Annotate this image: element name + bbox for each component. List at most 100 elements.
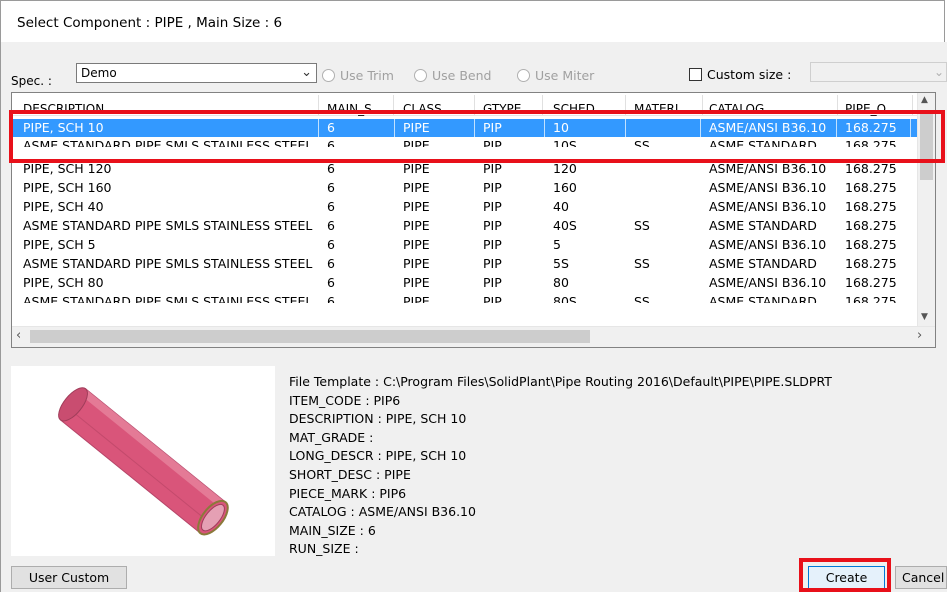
radio-circle-icon bbox=[414, 68, 427, 82]
radio-circle-icon bbox=[322, 68, 335, 82]
checkbox-icon bbox=[689, 68, 702, 81]
horizontal-scrollbar[interactable]: ‹ › bbox=[12, 326, 935, 347]
dialog-title-bar: Select Component : PIPE , Main Size : 6 bbox=[0, 0, 945, 42]
table-row[interactable]: ASME STANDARD PIPE SMLS STAINLESS STEEL 6… bbox=[12, 217, 933, 235]
table-cell: ASME STANDARD bbox=[709, 294, 817, 303]
table-cell: PIP bbox=[483, 161, 502, 176]
detail-item-code: ITEM_CODE : PIP6 bbox=[289, 392, 401, 408]
table-cell: 5 bbox=[553, 237, 561, 252]
scroll-down-icon[interactable]: ▼ bbox=[921, 312, 928, 322]
table-cell: PIPE, SCH 80 bbox=[23, 275, 104, 290]
table-cell: 6 bbox=[327, 294, 335, 303]
table-cell: PIPE bbox=[403, 237, 430, 252]
detail-piece-mark: PIECE_MARK : PIP6 bbox=[289, 485, 407, 501]
dialog-title: Select Component : PIPE , Main Size : 6 bbox=[17, 15, 283, 31]
table-row[interactable]: PIPE, SCH 5 6 PIPE PIP 5 ASME/ANSI B36.10 168.… bbox=[12, 236, 933, 254]
table-cell: ASME/ANSI B36.10 bbox=[709, 275, 827, 290]
table-cell: ASME STANDARD bbox=[709, 218, 817, 233]
component-preview bbox=[11, 366, 275, 556]
detail-main-size: MAIN_SIZE : 6 bbox=[289, 522, 376, 538]
custom-size-checkbox[interactable]: Custom size : bbox=[689, 67, 791, 82]
table-cell: 6 bbox=[327, 218, 335, 233]
table-cell: ASME/ANSI B36.10 bbox=[709, 180, 827, 195]
table-cell: 168.275 bbox=[845, 256, 897, 271]
table-cell: PIPE bbox=[403, 199, 430, 214]
user-custom-button[interactable]: User Custom bbox=[11, 566, 127, 589]
table-cell: PIPE, SCH 160 bbox=[23, 180, 112, 195]
table-cell: PIP bbox=[483, 275, 502, 290]
table-cell: SS bbox=[634, 294, 650, 303]
table-cell: PIPE, SCH 120 bbox=[23, 161, 112, 176]
detail-long-descr: LONG_DESCR : PIPE, SCH 10 bbox=[289, 448, 467, 464]
highlight-box-selected-row bbox=[9, 110, 945, 163]
table-cell: 6 bbox=[327, 237, 335, 252]
detail-run-size: RUN_SIZE : bbox=[289, 541, 359, 557]
use-trim-radio[interactable]: Use Trim bbox=[322, 66, 394, 84]
table-cell: 5S bbox=[553, 256, 569, 271]
table-cell: PIP bbox=[483, 199, 502, 214]
table-cell: 80S bbox=[553, 294, 577, 303]
table-cell: ASME STANDARD bbox=[709, 256, 817, 271]
table-cell: PIPE bbox=[403, 180, 430, 195]
table-cell: PIPE bbox=[403, 161, 430, 176]
scroll-left-icon[interactable]: ‹ bbox=[16, 328, 21, 343]
table-cell: PIPE bbox=[403, 275, 430, 290]
table-cell: PIP bbox=[483, 256, 502, 271]
table-cell: SS bbox=[634, 218, 650, 233]
component-details: File Template : C:\Program Files\SolidPl… bbox=[289, 373, 832, 559]
scrollbar-thumb[interactable] bbox=[30, 330, 590, 343]
table-row[interactable]: PIPE, SCH 160 6 PIPE PIP 160 ASME/ANSI B36.10… bbox=[12, 179, 933, 197]
spec-value: Demo bbox=[81, 66, 117, 80]
detail-description: DESCRIPTION : PIPE, SCH 10 bbox=[289, 411, 467, 427]
table-cell: PIPE, SCH 5 bbox=[23, 237, 96, 252]
detail-short-desc: SHORT_DESC : PIPE bbox=[289, 466, 411, 482]
table-cell: PIP bbox=[483, 237, 502, 252]
table-cell: 160 bbox=[553, 180, 577, 195]
table-cell: 168.275 bbox=[845, 180, 897, 195]
table-cell: PIPE bbox=[403, 218, 430, 233]
table-cell: 80 bbox=[553, 275, 569, 290]
table-row[interactable]: ASME STANDARD PIPE SMLS STAINLESS STEEL 6… bbox=[12, 293, 918, 303]
table-row[interactable]: ASME STANDARD PIPE SMLS STAINLESS STEEL 6… bbox=[12, 255, 933, 273]
detail-file-template: File Template : C:\Program Files\SolidPl… bbox=[289, 374, 832, 389]
use-miter-radio[interactable]: Use Miter bbox=[517, 66, 594, 84]
table-cell: 6 bbox=[327, 275, 335, 290]
highlight-box-create-button bbox=[799, 558, 891, 592]
table-cell: 120 bbox=[553, 161, 577, 176]
use-miter-label: Use Miter bbox=[535, 67, 595, 83]
table-cell: 6 bbox=[327, 161, 335, 176]
chevron-down-icon: ⌄ bbox=[933, 65, 944, 79]
scroll-up-icon[interactable]: ▲ bbox=[921, 95, 928, 105]
table-cell: PIP bbox=[483, 218, 502, 233]
table-cell: 168.275 bbox=[845, 275, 897, 290]
table-cell: ASME/ANSI B36.10 bbox=[709, 161, 827, 176]
table-cell: 168.275 bbox=[845, 218, 897, 233]
chevron-down-icon: ⌄ bbox=[301, 65, 312, 80]
use-bend-radio[interactable]: Use Bend bbox=[414, 66, 491, 84]
table-cell: 168.275 bbox=[845, 294, 897, 303]
use-bend-label: Use Bend bbox=[432, 67, 492, 83]
table-cell: 168.275 bbox=[845, 237, 897, 252]
table-cell: PIPE, SCH 40 bbox=[23, 199, 104, 214]
table-cell: ASME STANDARD PIPE SMLS STAINLESS STEEL bbox=[23, 294, 313, 303]
table-cell: ASME/ANSI B36.10 bbox=[709, 199, 827, 214]
table-cell: PIP bbox=[483, 180, 502, 195]
table-row[interactable]: PIPE, SCH 80 6 PIPE PIP 80 ASME/ANSI B36.10 16… bbox=[12, 274, 933, 292]
spec-dropdown[interactable]: Demo ⌄ bbox=[76, 63, 317, 83]
table-cell: 6 bbox=[327, 180, 335, 195]
table-cell: ASME STANDARD PIPE SMLS STAINLESS STEEL bbox=[23, 256, 313, 271]
table-cell: 40S bbox=[553, 218, 577, 233]
custom-size-dropdown[interactable]: ⌄ bbox=[810, 62, 947, 82]
table-cell: PIPE bbox=[403, 294, 430, 303]
table-row[interactable]: PIPE, SCH 40 6 PIPE PIP 40 ASME/ANSI B36.10 16… bbox=[12, 198, 933, 216]
spec-label: Spec. : bbox=[11, 74, 52, 88]
table-cell: PIPE bbox=[403, 256, 430, 271]
table-cell: 6 bbox=[327, 256, 335, 271]
table-cell: SS bbox=[634, 256, 650, 271]
table-cell: 6 bbox=[327, 199, 335, 214]
table-cell: 168.275 bbox=[845, 161, 897, 176]
custom-size-label: Custom size : bbox=[707, 67, 792, 82]
scroll-right-icon[interactable]: › bbox=[917, 328, 922, 343]
cancel-button[interactable]: Cancel bbox=[895, 566, 947, 589]
table-cell: ASME/ANSI B36.10 bbox=[709, 237, 827, 252]
